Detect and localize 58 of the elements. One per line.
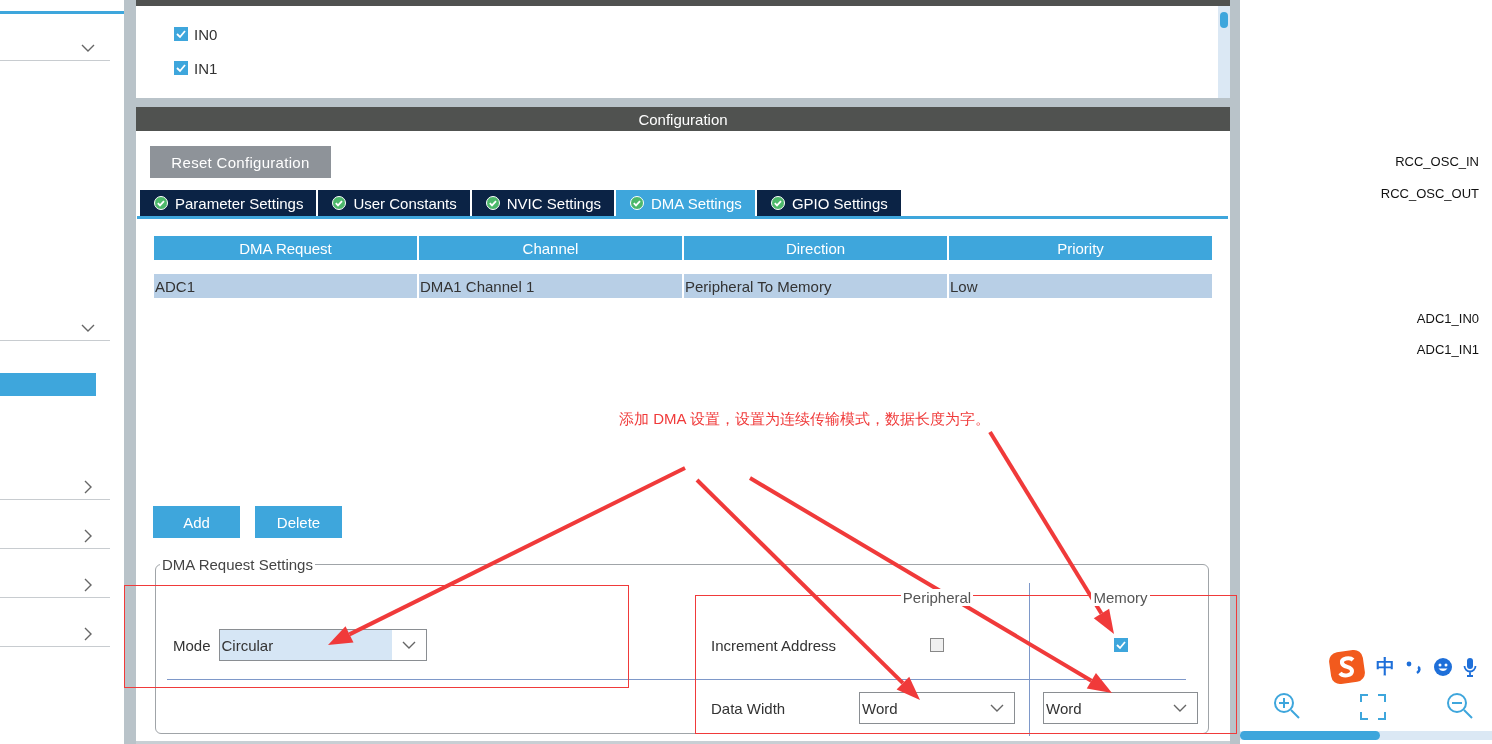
field-label: Data Width — [710, 699, 786, 717]
column-header: DMA Request — [154, 236, 417, 260]
chevron-down-icon — [1173, 704, 1187, 712]
fit-screen-icon[interactable] — [1360, 694, 1386, 720]
check-circle-icon — [332, 196, 347, 210]
checkbox[interactable] — [1113, 638, 1128, 652]
check-circle-icon — [154, 196, 168, 210]
emoji-icon[interactable] — [1433, 657, 1453, 677]
tab[interactable]: Parameter Settings — [140, 190, 317, 216]
scrollbar[interactable] — [1218, 6, 1230, 98]
checkbox[interactable] — [174, 27, 188, 41]
channel-label: IN0 — [194, 25, 218, 43]
chevron-down-icon[interactable] — [81, 324, 95, 332]
language-toggle[interactable]: 中 — [1376, 654, 1395, 680]
table-cell: DMA1 Channel 1 — [419, 274, 682, 298]
field-label: Mode — [173, 636, 211, 654]
punctuation-icon[interactable] — [1405, 659, 1423, 675]
ime-logo-icon[interactable] — [1328, 649, 1366, 685]
group-title: DMA Request Settings — [161, 556, 314, 573]
channel-label: IN1 — [194, 59, 218, 77]
panel-title: Configuration — [638, 110, 728, 128]
chevron-down-icon — [401, 641, 416, 649]
chevron-right-icon[interactable] — [84, 627, 92, 641]
dropdown[interactable]: Circular — [218, 629, 427, 661]
table-cell: Peripheral To Memory — [684, 274, 947, 298]
microphone-icon[interactable] — [1463, 657, 1477, 677]
zoom-out-icon[interactable] — [1446, 692, 1474, 720]
chevron-down-icon[interactable] — [81, 44, 95, 52]
tab[interactable]: User Constants — [318, 190, 470, 216]
tab[interactable]: GPIO Settings — [756, 190, 901, 216]
chevron-right-icon[interactable] — [84, 529, 92, 543]
table-row[interactable]: ADC1 DMA1 Channel 1 Peripheral To Memory Low — [154, 274, 1212, 298]
checkbox[interactable] — [930, 638, 944, 652]
dropdown[interactable]: Word — [859, 692, 1015, 724]
column-header: Direction — [684, 236, 947, 260]
table-cell: Low — [949, 274, 1212, 298]
chevron-down-icon — [990, 704, 1004, 712]
chevron-right-icon[interactable] — [84, 480, 92, 494]
column-label: Peripheral — [900, 588, 974, 606]
checkbox[interactable] — [174, 61, 188, 75]
check-circle-icon — [630, 196, 644, 210]
dropdown[interactable]: Word — [1043, 692, 1198, 724]
annotation-text: 添加 DMA 设置，设置为连续传输模式，数据长度为字。 — [619, 410, 990, 429]
scrollbar[interactable] — [1240, 731, 1492, 740]
pin-label: ADC1_IN0 — [1416, 311, 1479, 326]
pin-label: RCC_OSC_IN — [1395, 154, 1479, 169]
pin-label: ADC1_IN1 — [1416, 342, 1479, 357]
splitter[interactable] — [1230, 0, 1240, 744]
zoom-in-icon[interactable] — [1273, 692, 1301, 720]
pin-label: RCC_OSC_OUT — [1380, 186, 1479, 201]
tab[interactable]: NVIC Settings — [471, 190, 614, 216]
column-header: Channel — [419, 236, 682, 260]
column-header: Priority — [949, 236, 1212, 260]
check-circle-icon — [485, 196, 500, 210]
table-cell: ADC1 — [154, 274, 417, 298]
check-circle-icon — [770, 196, 785, 210]
chevron-right-icon[interactable] — [84, 578, 92, 592]
field-label: Increment Address — [710, 636, 837, 654]
